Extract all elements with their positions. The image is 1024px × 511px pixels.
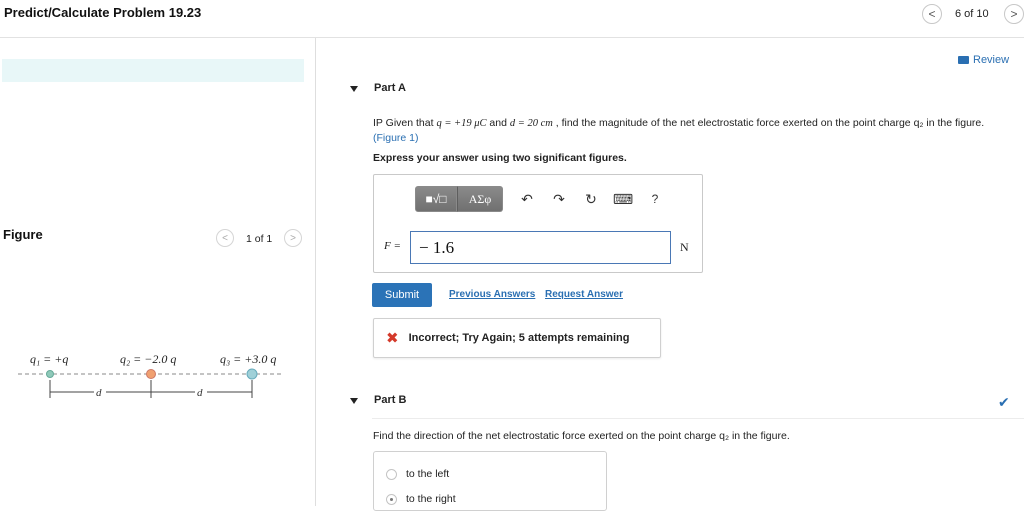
- radio-dot: [390, 497, 393, 501]
- radio-button[interactable]: [386, 493, 397, 505]
- help-icon: ?: [651, 192, 659, 206]
- answer-variable-label: F =: [384, 240, 401, 252]
- undo-button[interactable]: ↶: [515, 186, 539, 212]
- collapse-triangle-icon[interactable]: [350, 398, 358, 404]
- chevron-left-icon: <: [222, 232, 228, 244]
- next-item-button[interactable]: >: [1004, 4, 1024, 24]
- keyboard-button[interactable]: ⌨: [611, 186, 635, 212]
- page-indicator: 6 of 10: [955, 8, 989, 20]
- distance-label: d: [96, 387, 102, 399]
- figure-next-button[interactable]: >: [284, 229, 302, 247]
- figure-pager: 1 of 1: [246, 233, 273, 245]
- feedback-text: Incorrect; Try Again; 5 attempts remaini…: [408, 332, 630, 344]
- reset-button[interactable]: ↻: [579, 186, 603, 212]
- book-icon: [958, 56, 969, 64]
- charge-q3: [246, 368, 258, 380]
- previous-answers-link[interactable]: Previous Answers: [449, 289, 535, 300]
- reset-icon: ↻: [585, 190, 597, 207]
- request-answer-link[interactable]: Request Answer: [545, 289, 623, 300]
- chevron-right-icon: >: [290, 232, 296, 244]
- checkmark-icon: ✔: [998, 394, 1010, 410]
- undo-icon: ↶: [521, 190, 533, 207]
- charge-q1: [46, 370, 54, 378]
- answer-instructions: Express your answer using two significan…: [373, 152, 627, 164]
- sqrt-template-icon: ■√□: [425, 192, 447, 206]
- collapse-triangle-icon[interactable]: [350, 86, 358, 92]
- part-b-title: Part B: [374, 394, 407, 406]
- answer-unit: N: [680, 240, 689, 254]
- part-b-divider: [372, 418, 1024, 419]
- radio-button[interactable]: [386, 468, 397, 480]
- help-button[interactable]: ?: [643, 186, 667, 212]
- math-toolbar: ■√□ AΣφ ↶ ↷ ↻ ⌨ ?: [415, 186, 667, 212]
- part-b-question: Find the direction of the net electrosta…: [373, 430, 790, 442]
- review-link[interactable]: Review: [958, 54, 1009, 66]
- template-button[interactable]: ■√□: [415, 186, 457, 212]
- figure-link[interactable]: (Figure 1): [373, 132, 419, 144]
- greek-icon: AΣφ: [468, 191, 492, 206]
- charge-q2: [146, 369, 156, 379]
- distance-label: d: [197, 387, 203, 399]
- feedback-box: ✖ Incorrect; Try Again; 5 attempts remai…: [373, 318, 661, 358]
- answer-input[interactable]: [410, 231, 671, 264]
- choice-left[interactable]: to the left: [386, 468, 449, 480]
- error-x-icon: ✖: [386, 330, 399, 347]
- choice-right[interactable]: to the right: [386, 493, 456, 505]
- charge-diagram: d d: [18, 368, 282, 399]
- chevron-left-icon: <: [928, 7, 936, 21]
- figure-prev-button[interactable]: <: [216, 229, 234, 247]
- header-divider: [0, 37, 1024, 38]
- page-title: Predict/Calculate Problem 19.23: [4, 5, 202, 20]
- chevron-right-icon: >: [1010, 7, 1018, 21]
- keyboard-icon: ⌨: [612, 190, 634, 207]
- figure-label: Figure: [3, 227, 43, 242]
- part-a-title: Part A: [374, 82, 406, 94]
- part-a-question: IP Given that q = +19 μC and d = 20 cm ,…: [373, 117, 985, 144]
- figure-highlight-band: [2, 59, 304, 82]
- redo-button[interactable]: ↷: [547, 186, 571, 212]
- panel-divider: [315, 38, 316, 506]
- submit-button[interactable]: Submit: [372, 283, 432, 307]
- prev-item-button[interactable]: <: [922, 4, 942, 24]
- redo-icon: ↷: [553, 190, 565, 207]
- greek-symbols-button[interactable]: AΣφ: [457, 186, 503, 212]
